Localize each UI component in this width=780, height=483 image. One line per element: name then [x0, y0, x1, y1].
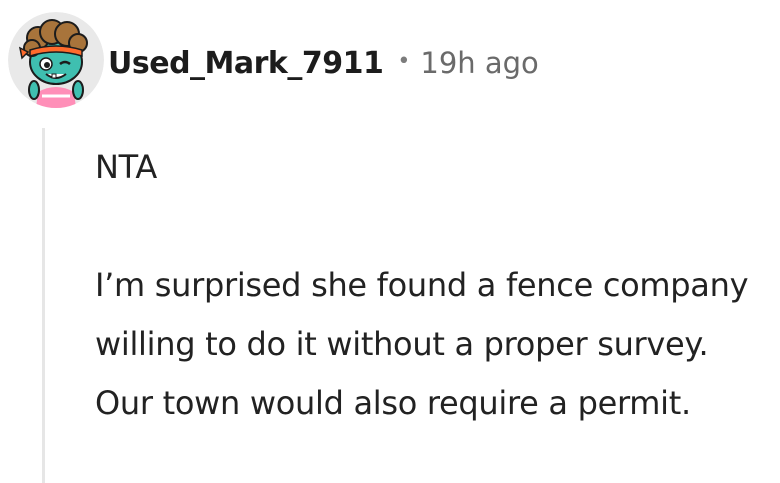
- comment-body: NTA I’m surprised she found a fence comp…: [95, 138, 770, 433]
- comment-paragraph: NTA: [95, 148, 157, 186]
- comment-header: Used_Mark_7911 • 19h ago: [108, 40, 539, 86]
- separator-dot: •: [397, 48, 411, 74]
- timestamp[interactable]: 19h ago: [420, 46, 538, 80]
- username-link[interactable]: Used_Mark_7911: [108, 46, 384, 81]
- thread-collapse-line[interactable]: [42, 128, 45, 483]
- snoo-avatar-icon: [8, 12, 104, 108]
- user-avatar[interactable]: [8, 12, 104, 108]
- comment-paragraph: I’m surprised she found a fence company …: [95, 266, 749, 422]
- comment: Used_Mark_7911 • 19h ago NTA I’m surpris…: [0, 0, 780, 483]
